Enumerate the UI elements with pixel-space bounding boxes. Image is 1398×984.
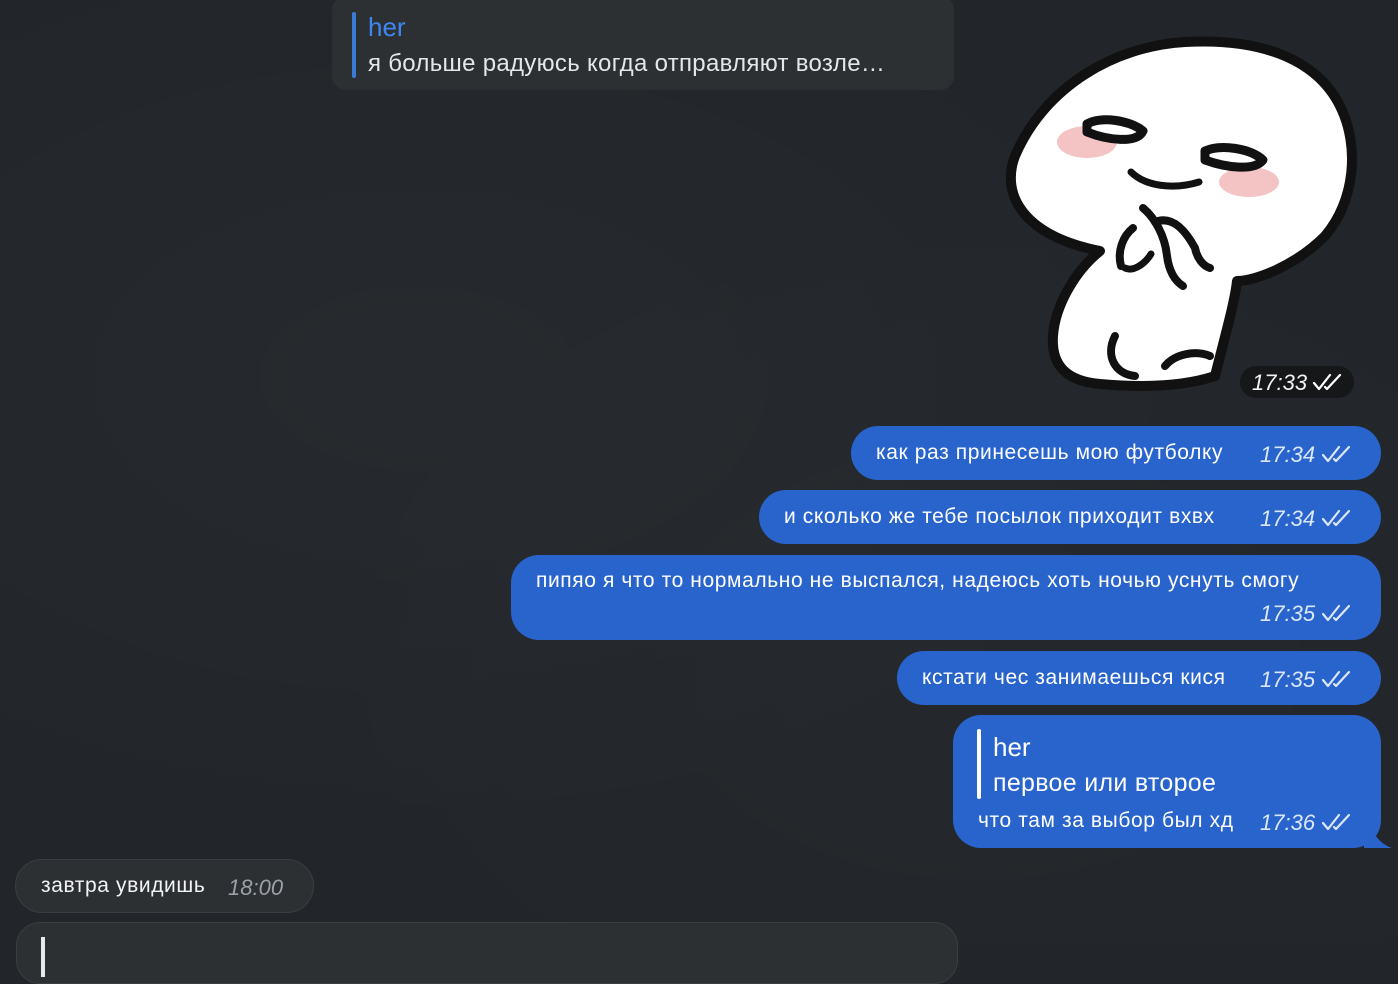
message-time: 17:34 xyxy=(1260,442,1316,467)
reply-quote-bar xyxy=(977,729,981,799)
double-check-icon xyxy=(1321,813,1351,831)
message-text: пипяо я что то нормально не выспался, на… xyxy=(536,569,1300,592)
double-check-icon xyxy=(1321,670,1351,688)
message-time: 17:36 xyxy=(1260,810,1316,835)
reply-quote-text: я больше радуюсь когда отправляют возле… xyxy=(368,50,886,77)
reply-quote-text: первое или второе xyxy=(993,769,1217,797)
double-check-icon xyxy=(1321,445,1351,463)
reply-author: her xyxy=(368,12,406,42)
message-time: 17:34 xyxy=(1260,506,1316,531)
message-text: завтра увидишь xyxy=(41,874,206,897)
sticker-timestamp: 17:33 xyxy=(1240,366,1354,398)
outgoing-message[interactable]: и сколько же тебе посылок приходит вхвх … xyxy=(759,490,1381,544)
message-text: и сколько же тебе посылок приходит вхвх xyxy=(784,505,1215,528)
message-text: что там за выбор был хд xyxy=(978,809,1234,832)
message-time: 17:35 xyxy=(1260,667,1316,692)
sticker-time-text: 17:33 xyxy=(1252,370,1308,395)
reply-quote-bar xyxy=(41,937,45,977)
message-text: как раз принесешь мою футболку xyxy=(876,441,1224,464)
outgoing-message[interactable]: пипяо я что то нормально не выспался, на… xyxy=(511,555,1381,640)
reply-author: her xyxy=(993,732,1031,762)
double-check-icon xyxy=(1321,604,1351,622)
outgoing-message[interactable]: кстати чес занимаешься кися 17:35 xyxy=(897,651,1381,705)
incoming-message[interactable]: завтра увидишь 18:00 xyxy=(15,859,314,913)
reply-preview-bubble[interactable]: her я больше радуюсь когда отправляют во… xyxy=(332,0,954,90)
message-time: 18:00 xyxy=(228,875,284,900)
outgoing-message[interactable]: как раз принесешь мою футболку 17:34 xyxy=(851,426,1381,480)
message-text: кстати чес занимаешься кися xyxy=(922,666,1226,689)
double-check-icon xyxy=(1312,373,1342,391)
sticker-image[interactable] xyxy=(1005,36,1365,392)
bubble-tail xyxy=(1364,816,1392,848)
incoming-reply-message-partial[interactable] xyxy=(16,922,958,984)
double-check-icon xyxy=(1321,509,1351,527)
message-time: 17:35 xyxy=(1260,601,1316,626)
reply-quote-bar xyxy=(352,12,356,78)
outgoing-reply-message[interactable]: her первое или второе что там за выбор б… xyxy=(953,715,1381,848)
